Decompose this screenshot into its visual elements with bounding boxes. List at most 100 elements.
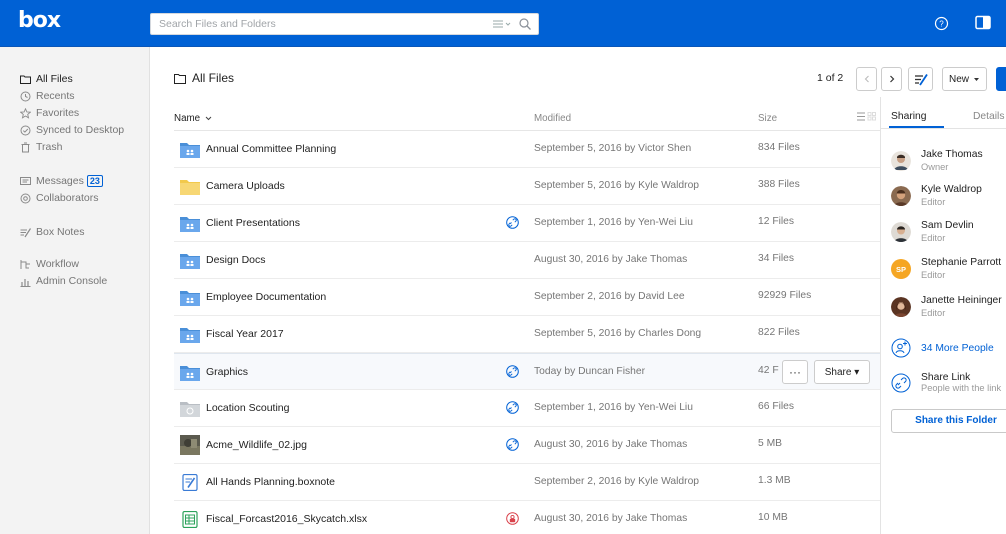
top-header: box ?	[0, 0, 1006, 47]
share-folder-button[interactable]: Share this Folder	[891, 409, 1006, 433]
file-name[interactable]: Location Scouting	[206, 402, 289, 414]
table-row[interactable]: Client Presentations September 1, 2016 b…	[174, 205, 880, 242]
link-icon[interactable]	[506, 216, 519, 229]
sidebar-item-workflow[interactable]: Workflow	[20, 257, 79, 271]
file-list-area: All Files 1 of 2 New Name Modified Size …	[150, 47, 1006, 534]
collaborator-role: Editor	[921, 308, 946, 318]
size-text: 388 Files	[758, 179, 800, 190]
size-text: 822 Files	[758, 327, 800, 338]
new-button[interactable]: New	[942, 67, 987, 91]
prev-page-button[interactable]	[856, 67, 877, 91]
upload-button[interactable]	[996, 67, 1006, 91]
new-box-note-button[interactable]	[908, 67, 933, 91]
file-name[interactable]: Camera Uploads	[206, 180, 285, 192]
sidebar-item-trash[interactable]: Trash	[20, 140, 62, 154]
modified-text: September 1, 2016 by Yen-Wei Liu	[534, 217, 693, 228]
sidebar-toggle-icon[interactable]	[975, 15, 991, 30]
collaborator-item[interactable]: Kyle Waldrop Editor	[891, 184, 1006, 214]
filter-icon[interactable]	[492, 18, 512, 30]
file-name[interactable]: Fiscal Year 2017	[206, 328, 284, 340]
tab-sharing[interactable]: Sharing	[891, 111, 927, 122]
sidebar-item-box-notes[interactable]: Box Notes	[20, 225, 84, 239]
spreadsheet-icon	[182, 511, 198, 528]
table-row[interactable]: Acme_Wildlife_02.jpg August 30, 2016 by …	[174, 427, 880, 464]
box-logo[interactable]: box	[18, 8, 61, 33]
file-name[interactable]: Client Presentations	[206, 217, 300, 229]
messages-count-badge: 23	[86, 175, 103, 187]
table-row[interactable]: Annual Committee Planning September 5, 2…	[174, 131, 880, 168]
link-icon[interactable]	[506, 438, 519, 451]
sidebar-item-admin-console[interactable]: Admin Console	[20, 274, 107, 288]
list-view-icon[interactable]	[857, 112, 877, 121]
collaborator-name: Janette Heininger	[921, 295, 1002, 306]
more-people-link[interactable]: 34 More People	[891, 338, 994, 358]
size-text: 1.3 MB	[758, 475, 791, 486]
sidebar-item-label: Messages	[36, 175, 84, 187]
table-row[interactable]: Employee Documentation September 2, 2016…	[174, 279, 880, 316]
image-thumbnail-icon	[180, 435, 200, 455]
collaborator-item[interactable]: Sam Devlin Editor	[891, 220, 1006, 250]
link-icon[interactable]	[506, 365, 519, 378]
collaborator-item[interactable]: Jake Thomas Owner	[891, 149, 1006, 179]
shared-folder-icon	[180, 217, 200, 232]
collaborator-item[interactable]: Janette Heininger Editor	[891, 295, 1006, 325]
restricted-icon[interactable]	[506, 512, 519, 525]
table-row[interactable]: Camera Uploads September 5, 2016 by Kyle…	[174, 168, 880, 205]
add-people-icon	[891, 338, 911, 358]
tab-details[interactable]: Details	[973, 111, 1004, 122]
next-page-button[interactable]	[881, 67, 902, 91]
more-options-button[interactable]: ···	[782, 360, 808, 384]
sidebar-item-label: Synced to Desktop	[36, 124, 125, 136]
shared-folder-icon	[180, 328, 200, 343]
table-row[interactable]: Fiscal_Forcast2016_Skycatch.xlsx August …	[174, 501, 880, 534]
clock-icon	[20, 91, 31, 101]
sidebar-item-favorites[interactable]: Favorites	[20, 106, 79, 120]
search-input[interactable]	[151, 14, 471, 34]
share-link-title: Share Link	[921, 372, 971, 383]
collaborator-name: Kyle Waldrop	[921, 184, 982, 195]
file-name[interactable]: Acme_Wildlife_02.jpg	[206, 439, 307, 451]
share-button[interactable]: Share ▾	[814, 360, 870, 384]
column-size[interactable]: Size	[758, 113, 777, 124]
chart-icon	[20, 278, 31, 287]
sidebar-item-recents[interactable]: Recents	[20, 89, 75, 103]
help-icon[interactable]: ?	[934, 16, 949, 31]
message-icon	[20, 176, 31, 185]
size-text: 34 Files	[758, 253, 795, 264]
file-name[interactable]: Employee Documentation	[206, 291, 326, 303]
column-name-label: Name	[174, 113, 201, 124]
file-name[interactable]: Annual Committee Planning	[206, 143, 336, 155]
table-row[interactable]: Fiscal Year 2017 September 5, 2016 by Ch…	[174, 316, 880, 353]
search-bar[interactable]	[150, 13, 539, 35]
file-name[interactable]: Design Docs	[206, 254, 266, 266]
sidebar-item-label: Box Notes	[36, 226, 85, 238]
collaborator-item[interactable]: SP Stephanie Parrott Editor	[891, 257, 1006, 287]
modified-text: August 30, 2016 by Jake Thomas	[534, 254, 688, 265]
sidebar-item-messages[interactable]: Messages 23	[20, 174, 103, 188]
chevron-left-icon	[864, 75, 869, 83]
collaborator-role: Editor	[921, 270, 946, 280]
file-name[interactable]: All Hands Planning.boxnote	[206, 476, 335, 488]
search-icon[interactable]	[518, 17, 532, 31]
link-icon[interactable]	[506, 401, 519, 414]
sidebar-item-all-files[interactable]: All Files	[20, 72, 73, 86]
sidebar-item-collaborators[interactable]: Collaborators	[20, 191, 98, 205]
file-name[interactable]: Fiscal_Forcast2016_Skycatch.xlsx	[206, 513, 367, 525]
column-name[interactable]: Name	[174, 113, 212, 124]
share-link-item[interactable]: Share Link People with the link	[891, 372, 1006, 402]
synced-folder-icon	[180, 402, 200, 417]
column-modified[interactable]: Modified	[534, 113, 571, 124]
table-row-selected[interactable]: Graphics Today by Duncan Fisher 42 F ···…	[174, 353, 880, 390]
table-row[interactable]: All Hands Planning.boxnote September 2, …	[174, 464, 880, 501]
shared-folder-icon	[180, 366, 200, 381]
collaborator-role: Owner	[921, 162, 949, 172]
sidebar-item-synced[interactable]: Synced to Desktop	[20, 123, 124, 137]
avatar	[891, 186, 911, 206]
size-text: 42 F	[758, 365, 779, 376]
table-row[interactable]: Design Docs August 30, 2016 by Jake Thom…	[174, 242, 880, 279]
shared-folder-icon	[180, 143, 200, 158]
modified-text: September 2, 2016 by David Lee	[534, 291, 685, 302]
table-row[interactable]: Location Scouting September 1, 2016 by Y…	[174, 390, 880, 427]
modified-text: September 2, 2016 by Kyle Waldrop	[534, 476, 700, 487]
file-name[interactable]: Graphics	[206, 366, 248, 378]
